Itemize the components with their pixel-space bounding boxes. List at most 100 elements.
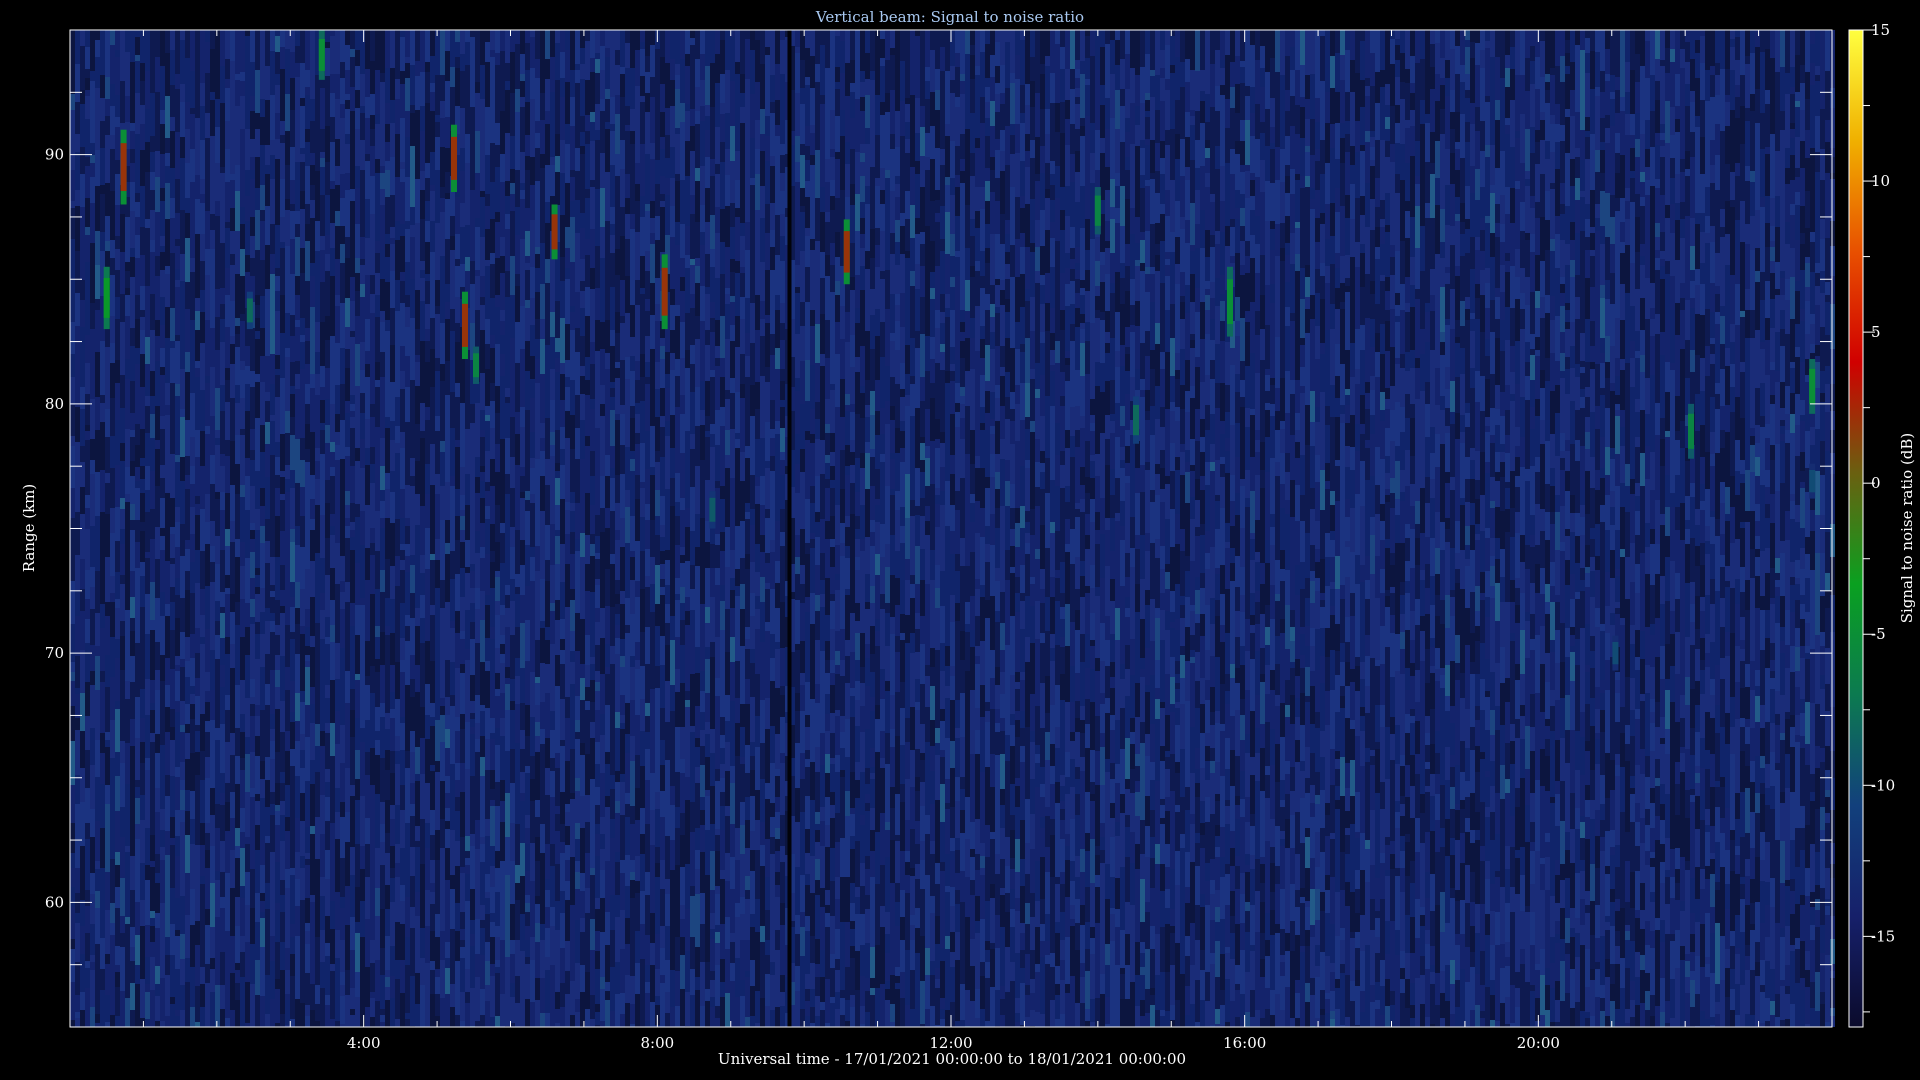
noise-cell bbox=[370, 129, 375, 146]
noise-cell bbox=[345, 327, 350, 349]
noise-cell bbox=[445, 909, 450, 925]
noise-cell bbox=[125, 846, 130, 852]
noise-cell bbox=[535, 877, 540, 896]
noise-cell bbox=[285, 49, 290, 94]
noise-cell bbox=[605, 644, 610, 667]
noise-cell bbox=[325, 76, 330, 95]
noise-cell bbox=[655, 362, 660, 389]
noise-cell bbox=[580, 132, 585, 146]
noise-cell bbox=[495, 673, 500, 679]
noise-cell bbox=[490, 800, 495, 806]
noise-cell bbox=[680, 989, 685, 1026]
noise-cell bbox=[225, 953, 230, 976]
noise-cell bbox=[480, 30, 485, 65]
noise-cell bbox=[620, 729, 625, 774]
noise-cell bbox=[345, 518, 350, 526]
noise-cell bbox=[390, 100, 395, 123]
noise-cell bbox=[620, 604, 625, 632]
noise-cell bbox=[430, 931, 435, 961]
noise-cell bbox=[480, 757, 485, 776]
noise-cell bbox=[305, 341, 310, 364]
noise-cell bbox=[585, 535, 590, 564]
noise-cell bbox=[570, 170, 575, 177]
noise-cell bbox=[310, 854, 315, 895]
noise-cell bbox=[290, 976, 295, 1019]
noise-cell bbox=[185, 456, 190, 475]
noise-cell bbox=[80, 351, 85, 363]
noise-cell bbox=[235, 858, 240, 897]
noise-cell bbox=[395, 79, 400, 99]
noise-cell bbox=[565, 110, 570, 124]
noise-cell bbox=[385, 770, 390, 800]
noise-cell bbox=[665, 946, 670, 960]
noise-cell bbox=[350, 466, 355, 503]
noise-cell bbox=[555, 686, 560, 719]
noise-cell bbox=[130, 97, 135, 123]
noise-cell bbox=[600, 99, 605, 111]
noise-cell bbox=[125, 998, 130, 1027]
noise-cell bbox=[130, 437, 135, 461]
noise-cell bbox=[195, 930, 200, 945]
noise-cell bbox=[670, 289, 675, 305]
noise-cell bbox=[290, 749, 295, 766]
noise-cell bbox=[425, 242, 430, 274]
noise-cell bbox=[380, 518, 385, 528]
noise-cell bbox=[175, 969, 180, 987]
noise-cell bbox=[450, 695, 455, 706]
noise-cell bbox=[140, 186, 145, 227]
noise-cell bbox=[400, 603, 405, 638]
noise-cell bbox=[170, 454, 175, 498]
noise-cell bbox=[230, 398, 235, 441]
noise-cell bbox=[340, 693, 345, 725]
noise-cell bbox=[170, 630, 175, 669]
noise-cell bbox=[550, 644, 555, 673]
noise-cell bbox=[605, 569, 610, 606]
noise-cell bbox=[210, 992, 215, 1027]
noise-cell bbox=[215, 73, 220, 80]
noise-cell bbox=[280, 104, 285, 121]
noise-cell bbox=[575, 64, 580, 70]
noise-cell bbox=[635, 994, 640, 1027]
noise-cell bbox=[560, 1007, 565, 1027]
noise-cell bbox=[325, 474, 330, 480]
noise-cell bbox=[300, 148, 305, 154]
noise-cell bbox=[235, 464, 240, 494]
noise-cell bbox=[440, 30, 445, 75]
noise-cell bbox=[495, 595, 500, 601]
noise-cell bbox=[110, 316, 115, 343]
noise-cell bbox=[360, 511, 365, 530]
noise-cell bbox=[340, 244, 345, 263]
noise-cell bbox=[230, 711, 235, 733]
noise-cell bbox=[330, 568, 335, 600]
noise-cell bbox=[335, 930, 340, 958]
noise-cell bbox=[495, 100, 500, 123]
noise-cell bbox=[330, 365, 335, 404]
noise-cell bbox=[665, 560, 670, 585]
noise-cell bbox=[580, 664, 585, 678]
noise-cell bbox=[155, 177, 160, 212]
noise-cell bbox=[495, 648, 500, 673]
noise-cell bbox=[605, 807, 610, 817]
noise-cell bbox=[260, 667, 265, 710]
noise-cell bbox=[70, 907, 75, 939]
noise-cell bbox=[615, 488, 620, 503]
noise-cell bbox=[195, 515, 200, 538]
noise-cell bbox=[200, 644, 205, 658]
noise-cell bbox=[490, 627, 495, 639]
noise-cell bbox=[485, 319, 490, 344]
noise-cell bbox=[260, 117, 265, 145]
noise-cell bbox=[485, 898, 490, 914]
noise-cell bbox=[275, 942, 280, 979]
noise-cell bbox=[565, 534, 570, 564]
noise-cell bbox=[460, 867, 465, 873]
noise-cell bbox=[445, 829, 450, 848]
noise-cell bbox=[690, 75, 695, 109]
noise-cell bbox=[305, 241, 310, 281]
noise-cell bbox=[480, 157, 485, 191]
noise-cell bbox=[255, 471, 260, 509]
noise-cell bbox=[300, 154, 305, 162]
noise-cell bbox=[450, 551, 455, 579]
noise-cell bbox=[645, 1021, 650, 1027]
noise-cell bbox=[390, 665, 395, 692]
noise-cell bbox=[205, 80, 210, 113]
